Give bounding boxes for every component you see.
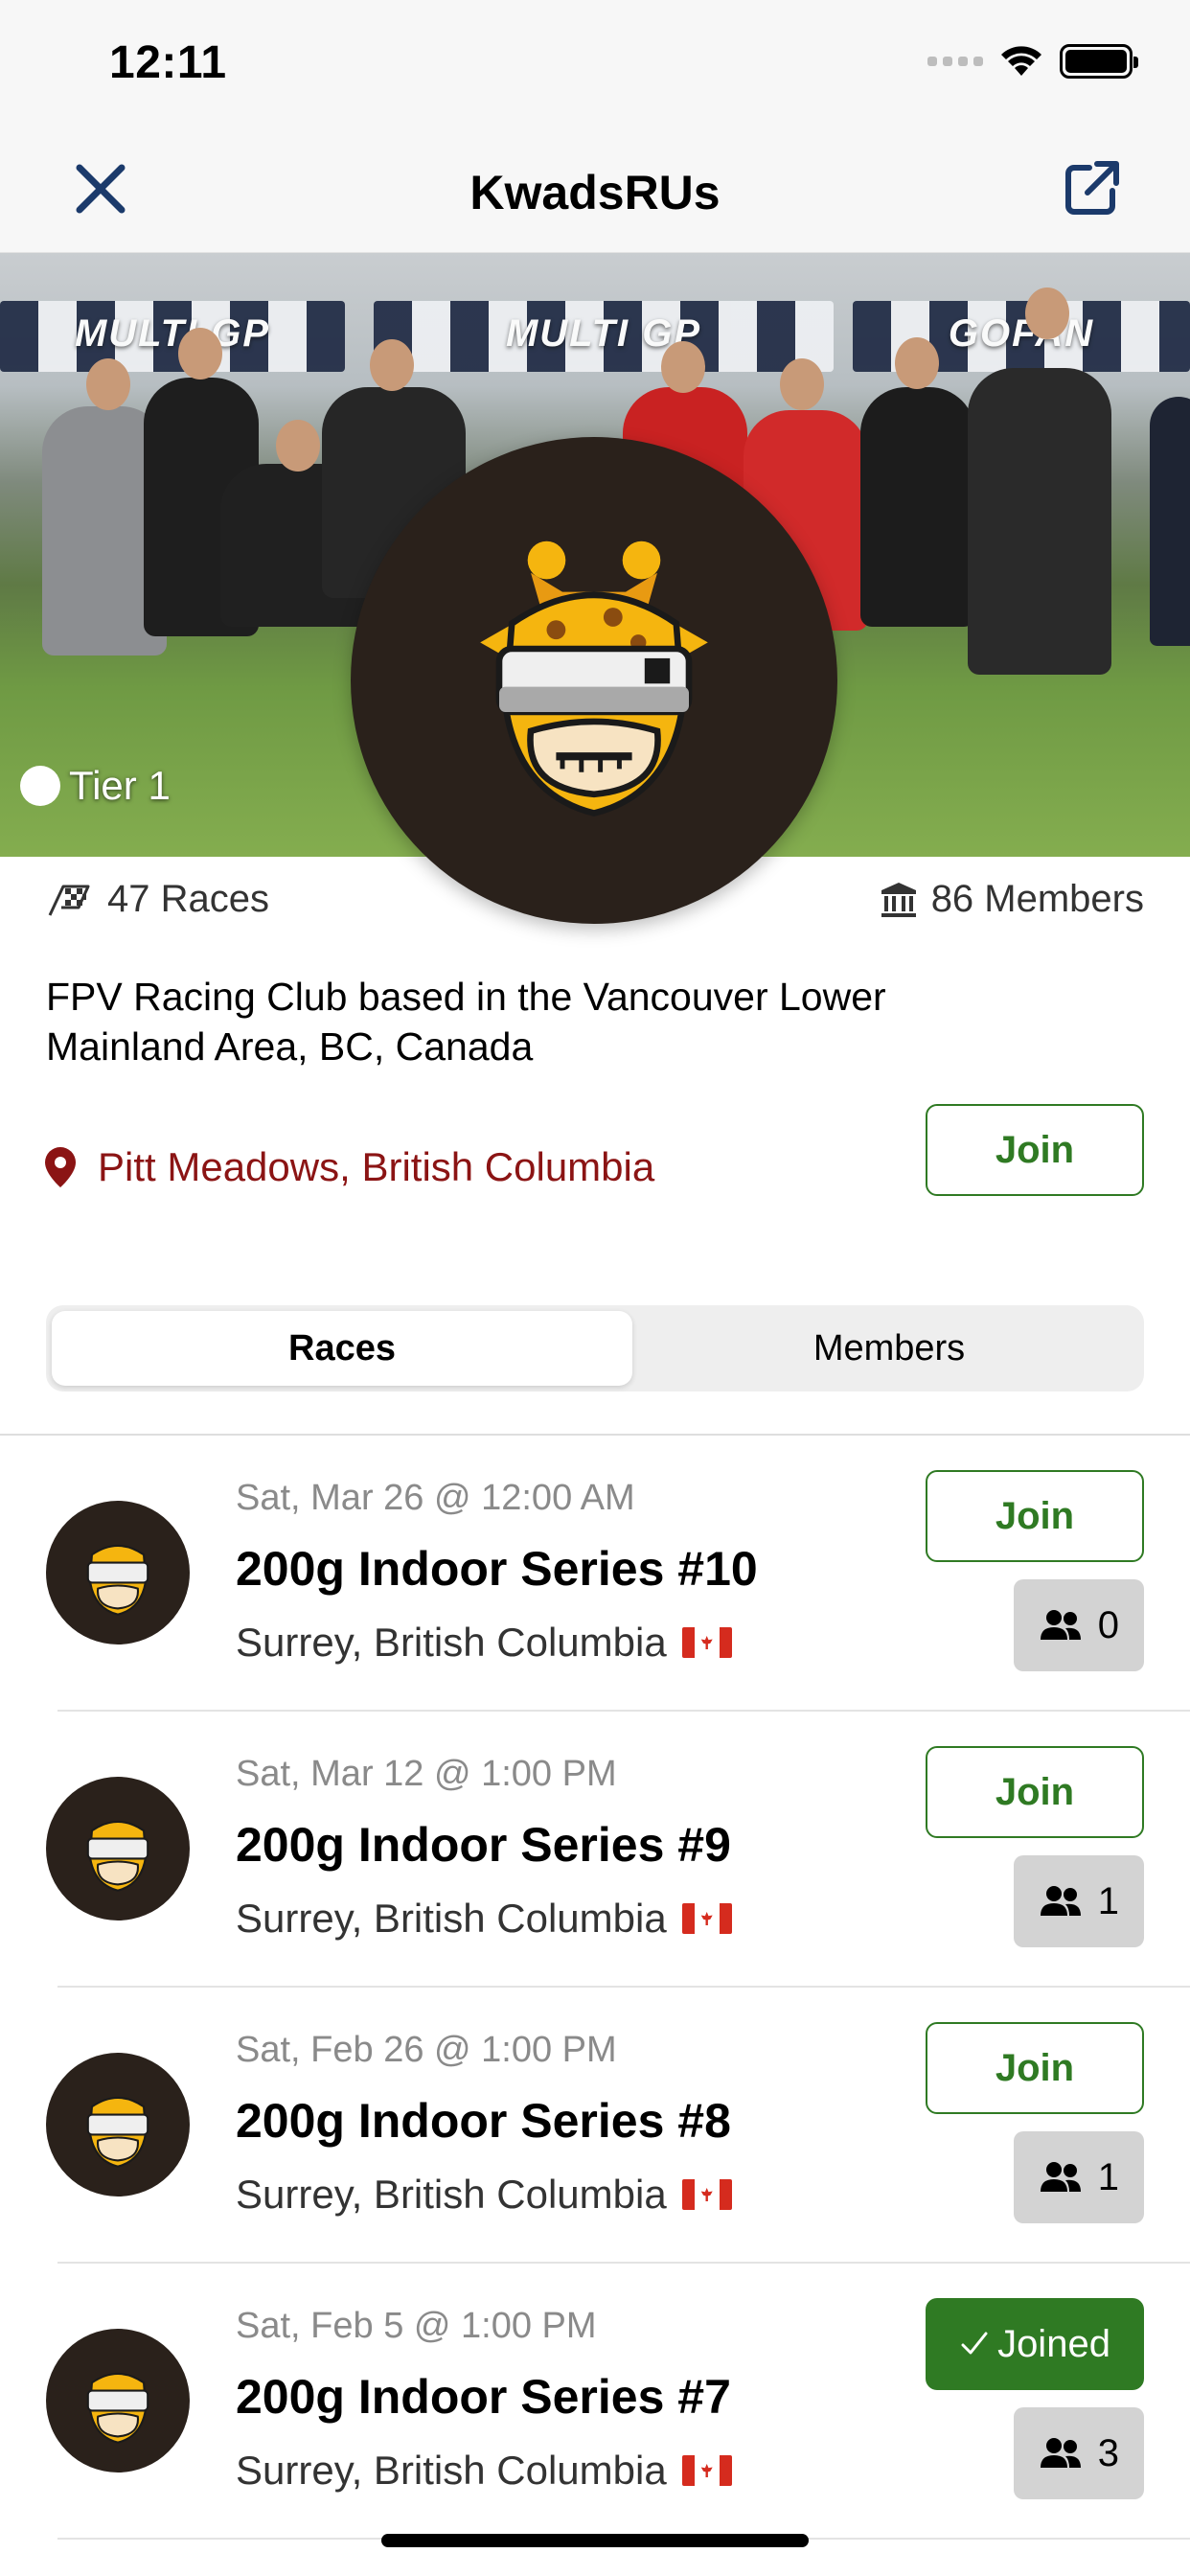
race-title: 200g Indoor Series #10 xyxy=(236,1542,758,1596)
pilot-count-value: 1 xyxy=(1097,2155,1119,2198)
person-head xyxy=(370,339,414,391)
members-count: 86 Members xyxy=(930,878,1144,920)
share-icon xyxy=(1065,161,1119,215)
race-title: 200g Indoor Series #9 xyxy=(236,1818,731,1872)
race-location: Surrey, British Columbia xyxy=(236,1896,732,1942)
pilot-count-value: 3 xyxy=(1097,2431,1119,2474)
race-club-logo xyxy=(46,1501,190,1644)
join-club-button[interactable]: Join xyxy=(926,1104,1144,1196)
person-head xyxy=(661,341,705,393)
race-pilot-count[interactable]: 0 xyxy=(1013,1579,1144,1671)
wifi-icon xyxy=(1001,46,1041,76)
giraffe-logo-icon xyxy=(480,540,708,817)
status-icons xyxy=(927,44,1138,79)
share-button[interactable] xyxy=(1056,153,1127,224)
person-figure xyxy=(1150,397,1190,646)
race-club-logo xyxy=(46,1777,190,1920)
people-icon xyxy=(1040,2438,1081,2468)
location-pin-icon xyxy=(45,1147,76,1187)
people-icon xyxy=(1040,1610,1081,1640)
race-pilot-count[interactable]: 1 xyxy=(1013,2131,1144,2223)
person-head xyxy=(276,420,320,472)
person-head xyxy=(780,358,824,410)
race-location: Surrey, British Columbia xyxy=(236,2448,732,2494)
canada-flag-icon xyxy=(681,2455,732,2486)
giraffe-logo-icon xyxy=(86,2372,149,2444)
people-icon xyxy=(1040,1886,1081,1916)
person-head xyxy=(178,328,222,380)
tier-badge: Tier 1 xyxy=(23,763,171,809)
canada-flag-icon xyxy=(681,2179,732,2210)
race-date: Sat, Feb 26 @ 1:00 PM xyxy=(236,2030,617,2070)
race-location-label: Surrey, British Columbia xyxy=(236,1896,667,1941)
club-description: FPV Racing Club based in the Vancouver L… xyxy=(46,975,886,1069)
race-location: Surrey, British Columbia xyxy=(236,1620,732,1666)
race-list-item[interactable]: Sat, Mar 26 @ 12:00 AM 200g Indoor Serie… xyxy=(46,1436,1190,1712)
race-pilot-count[interactable]: 3 xyxy=(1013,2407,1144,2499)
club-location[interactable]: Pitt Meadows, British Columbia xyxy=(42,1144,654,1190)
hero-banner: MULTI GP xyxy=(374,301,834,372)
giraffe-logo-icon xyxy=(86,1820,149,1892)
home-indicator[interactable] xyxy=(381,2534,809,2547)
canada-flag-icon xyxy=(681,1627,732,1658)
races-stat: 47 Races xyxy=(46,878,269,921)
giraffe-logo-icon xyxy=(86,2096,149,2168)
race-date: Sat, Mar 12 @ 1:00 PM xyxy=(236,1754,617,1794)
race-club-logo xyxy=(46,2053,190,2196)
battery-icon xyxy=(1060,44,1138,79)
location-label: Pitt Meadows, British Columbia xyxy=(98,1144,655,1189)
race-date: Sat, Feb 5 @ 1:00 PM xyxy=(236,2306,597,2346)
person-figure xyxy=(860,387,975,627)
tab-members[interactable]: Members xyxy=(640,1311,1138,1386)
giraffe-logo-icon xyxy=(86,1544,149,1616)
hero-banner: MULTI GP xyxy=(0,301,345,372)
race-location: Surrey, British Columbia xyxy=(236,2172,732,2218)
cellular-signal-icon xyxy=(927,57,983,66)
canada-flag-icon xyxy=(681,1903,732,1934)
race-date: Sat, Mar 26 @ 12:00 AM xyxy=(236,1478,635,1518)
race-title: 200g Indoor Series #7 xyxy=(236,2370,731,2424)
race-list: Sat, Mar 26 @ 12:00 AM 200g Indoor Serie… xyxy=(0,1436,1190,2540)
joined-race-button[interactable]: Joined xyxy=(926,2298,1144,2390)
club-stats: 47 Races 86 Members xyxy=(46,878,1144,928)
person-head xyxy=(895,337,939,389)
bank-icon xyxy=(881,882,916,917)
person-head xyxy=(86,358,130,410)
pilot-count-value: 1 xyxy=(1097,1879,1119,1922)
members-stat: 86 Members xyxy=(880,878,1144,921)
tier-label: Tier 1 xyxy=(69,763,171,808)
race-list-item[interactable]: Sat, Mar 12 @ 1:00 PM 200g Indoor Series… xyxy=(46,1712,1190,1988)
nav-bar: KwadsRUs xyxy=(0,126,1190,253)
checkered-flag-icon xyxy=(48,885,90,916)
race-list-item[interactable]: Sat, Feb 26 @ 1:00 PM 200g Indoor Series… xyxy=(46,1988,1190,2264)
race-location-label: Surrey, British Columbia xyxy=(236,1620,667,1665)
checkmark-icon xyxy=(961,2332,988,2355)
people-icon xyxy=(1040,2162,1081,2192)
race-location-label: Surrey, British Columbia xyxy=(236,2172,667,2217)
person-figure xyxy=(968,368,1111,675)
race-list-item[interactable]: Sat, Feb 5 @ 1:00 PM 200g Indoor Series … xyxy=(46,2264,1190,2540)
races-members-segmented-control: Races Members xyxy=(46,1305,1144,1392)
race-pilot-count[interactable]: 1 xyxy=(1013,1855,1144,1947)
joined-label: Joined xyxy=(997,2322,1110,2365)
race-club-logo xyxy=(46,2329,190,2472)
join-race-button[interactable]: Join xyxy=(926,1470,1144,1562)
tab-races[interactable]: Races xyxy=(52,1311,632,1386)
page-title: KwadsRUs xyxy=(469,166,721,219)
status-bar: 12:11 xyxy=(0,0,1190,126)
join-race-button[interactable]: Join xyxy=(926,2022,1144,2114)
club-logo xyxy=(351,437,837,924)
status-time: 12:11 xyxy=(109,37,227,88)
races-count: 47 Races xyxy=(107,878,269,920)
join-race-button[interactable]: Join xyxy=(926,1746,1144,1838)
tier-icon xyxy=(23,769,57,803)
race-location-label: Surrey, British Columbia xyxy=(236,2448,667,2493)
person-head xyxy=(1025,288,1069,339)
race-title: 200g Indoor Series #8 xyxy=(236,2094,731,2148)
pilot-count-value: 0 xyxy=(1097,1603,1119,1646)
